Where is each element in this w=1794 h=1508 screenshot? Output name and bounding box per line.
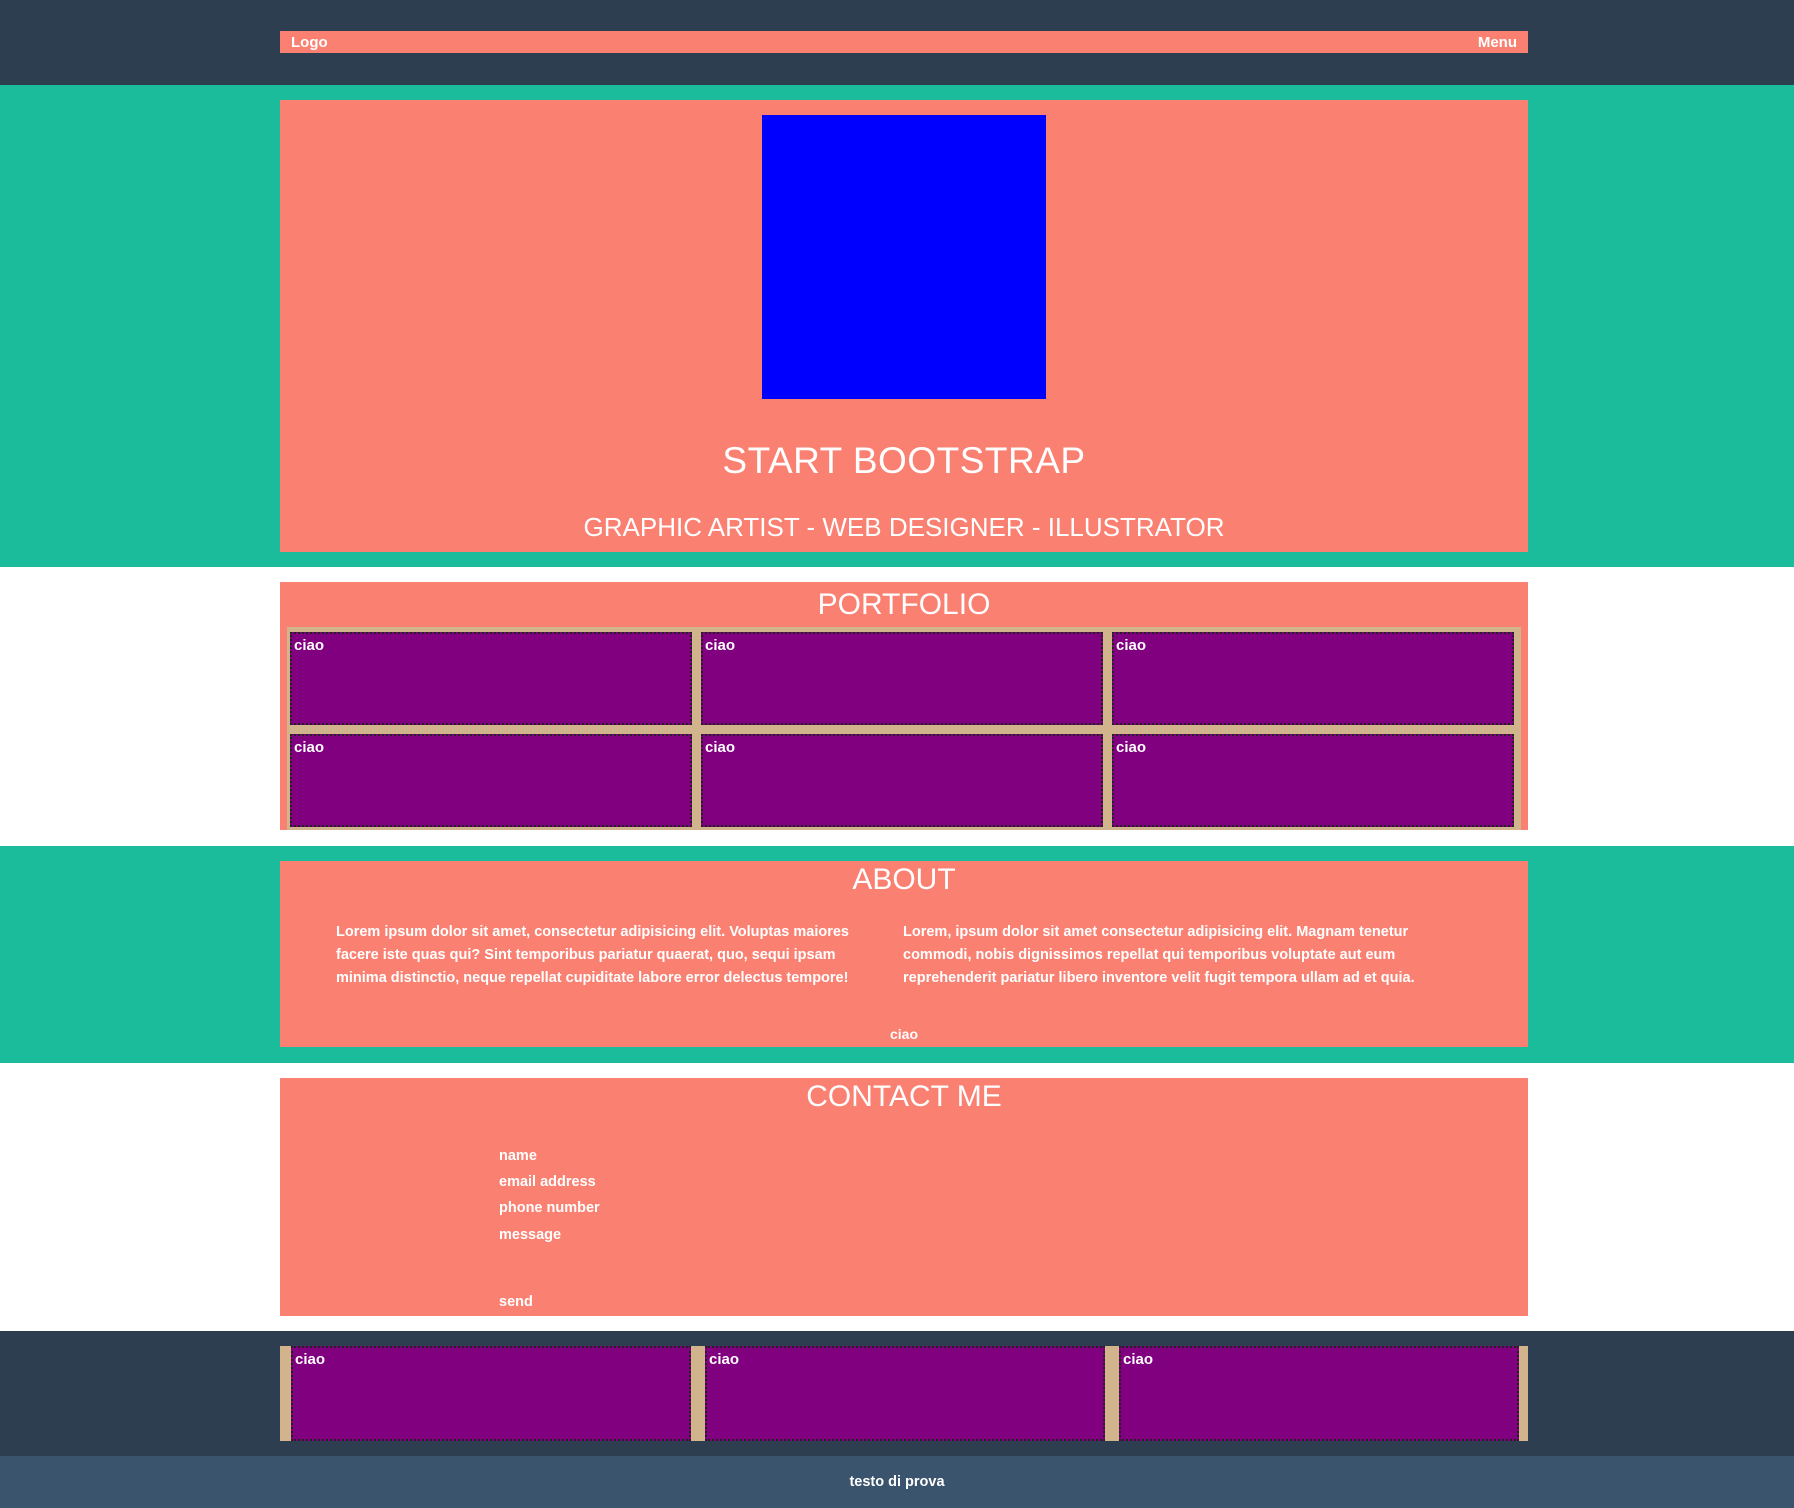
copyright-text: testo di prova xyxy=(849,1474,945,1490)
portfolio-item[interactable]: ciao xyxy=(701,734,1103,827)
message-field[interactable]: message xyxy=(499,1227,561,1243)
portfolio-item[interactable]: ciao xyxy=(1112,734,1514,827)
about-footer-text: ciao xyxy=(889,1026,918,1042)
portfolio-item[interactable]: ciao xyxy=(290,632,692,725)
portfolio-item[interactable]: ciao xyxy=(290,734,692,827)
email-field[interactable]: email address xyxy=(499,1174,596,1190)
menu-button[interactable]: Menu xyxy=(1478,34,1517,51)
portfolio-section: PORTFOLIO ciao ciao ciao ciao ciao ciao xyxy=(280,582,1528,830)
logo-link[interactable]: Logo xyxy=(291,34,328,51)
hero-panel: START BOOTSTRAP GRAPHIC ARTIST - WEB DES… xyxy=(280,100,1528,552)
hero-section: START BOOTSTRAP GRAPHIC ARTIST - WEB DES… xyxy=(0,85,1794,567)
portfolio-item[interactable]: ciao xyxy=(701,632,1103,725)
hero-title: START BOOTSTRAP xyxy=(722,440,1086,481)
footer-grid: ciao ciao ciao xyxy=(280,1346,1528,1441)
about-title: ABOUT xyxy=(852,863,956,896)
footer-item[interactable]: ciao xyxy=(1119,1346,1519,1441)
about-text-right: Lorem, ipsum dolor sit amet consectetur … xyxy=(903,924,1415,986)
footer-section: ciao ciao ciao xyxy=(0,1331,1794,1456)
send-button[interactable]: send xyxy=(499,1294,533,1310)
phone-field[interactable]: phone number xyxy=(499,1200,600,1216)
navbar-strip: Logo Menu xyxy=(280,31,1528,53)
hero-subtitle: GRAPHIC ARTIST - WEB DESIGNER - ILLUSTRA… xyxy=(583,512,1225,542)
hero-image xyxy=(762,115,1046,399)
about-section: ABOUT Lorem ipsum dolor sit amet, consec… xyxy=(0,846,1794,1063)
footer-item[interactable]: ciao xyxy=(291,1346,691,1441)
copyright-bar: testo di prova xyxy=(0,1456,1794,1508)
name-field[interactable]: name xyxy=(499,1148,537,1164)
contact-section: CONTACT ME name email address phone numb… xyxy=(280,1078,1528,1316)
about-panel: ABOUT Lorem ipsum dolor sit amet, consec… xyxy=(280,861,1528,1047)
footer-item[interactable]: ciao xyxy=(705,1346,1105,1441)
portfolio-title: PORTFOLIO xyxy=(817,588,991,621)
portfolio-item[interactable]: ciao xyxy=(1112,632,1514,725)
portfolio-grid: ciao ciao ciao ciao ciao ciao xyxy=(287,627,1521,830)
about-text-left: Lorem ipsum dolor sit amet, consectetur … xyxy=(336,924,849,986)
contact-title: CONTACT ME xyxy=(806,1080,1002,1113)
top-navbar: Logo Menu xyxy=(0,0,1794,85)
